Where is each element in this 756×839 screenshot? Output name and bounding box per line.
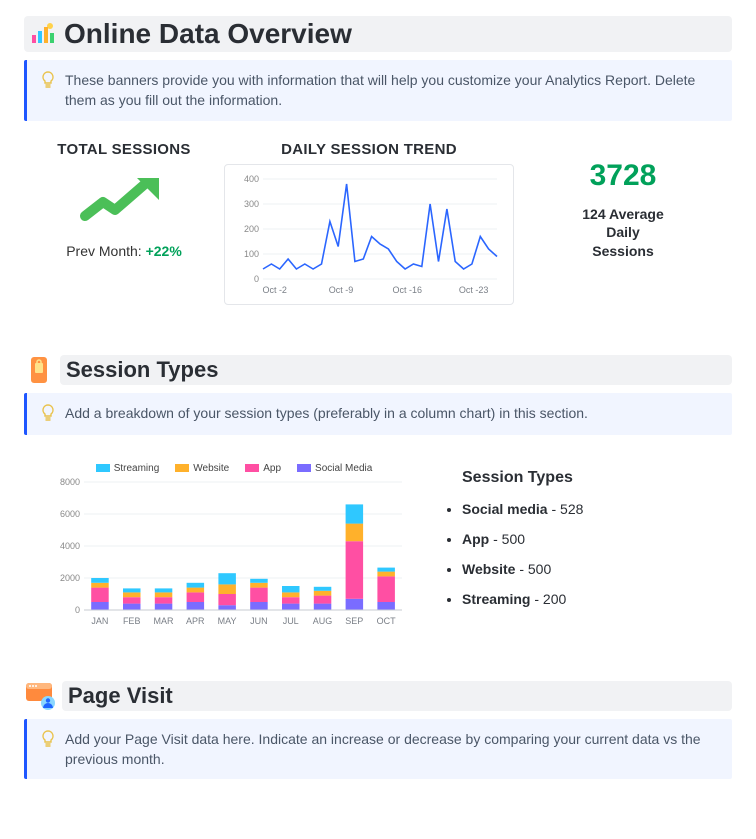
overview-banner-text: These banners provide you with informati…: [65, 70, 718, 111]
session-types-title: Session Types: [66, 357, 218, 383]
session-types-info-banner: Add a breakdown of your session types (p…: [24, 393, 732, 435]
svg-text:APR: APR: [186, 616, 205, 626]
svg-text:SEP: SEP: [345, 616, 363, 626]
svg-text:MAY: MAY: [218, 616, 237, 626]
phone-lock-icon: [24, 355, 54, 385]
prev-month-label: Prev Month:: [66, 243, 145, 259]
session-types-header: Session Types: [24, 355, 732, 385]
lightbulb-icon: [41, 404, 55, 425]
page-visit-header: Page Visit: [24, 681, 732, 711]
avg-line-2: Daily: [514, 223, 732, 242]
session-number-col: 3728 124 Average Daily Sessions: [514, 141, 732, 262]
page-visit-info-banner: Add your Page Visit data here. Indicate …: [24, 719, 732, 780]
svg-text:2000: 2000: [60, 573, 80, 583]
overview-title-bar: Online Data Overview: [24, 16, 732, 52]
svg-text:FEB: FEB: [123, 616, 141, 626]
prev-month: Prev Month: +22%: [24, 243, 224, 259]
daily-trend-label: DAILY SESSION TREND: [224, 141, 514, 158]
session-types-legend: Streaming Website App Social Media: [48, 463, 420, 474]
svg-text:8000: 8000: [60, 478, 80, 487]
legend-item: App: [245, 463, 281, 474]
page-visit-title: Page Visit: [68, 683, 173, 709]
svg-text:Oct -16: Oct -16: [393, 285, 423, 295]
session-types-list-title: Session Types: [462, 469, 732, 487]
session-types-chart-block: Streaming Website App Social Media 0 2000 400…: [44, 455, 424, 631]
svg-text:Oct -23: Oct -23: [459, 285, 489, 295]
prev-month-delta: +22%: [146, 243, 182, 259]
overview-metrics-row: TOTAL SESSIONS Prev Month: +22% DAILY SE…: [24, 141, 732, 305]
svg-text:JAN: JAN: [91, 616, 108, 626]
daily-trend-line-chart: 0 100 200 300 400 Oct -2 Oct -9 Oct -16 Oct -23: [235, 173, 503, 297]
total-sessions-col: TOTAL SESSIONS Prev Month: +22%: [24, 141, 224, 259]
session-types-list: Social media - 528 App - 500 Website - 500…: [462, 501, 732, 607]
session-types-row: Streaming Website App Social Media 0 2000 400…: [24, 455, 732, 631]
svg-text:JUL: JUL: [283, 616, 299, 626]
daily-trend-card: 0 100 200 300 400 Oct -2 Oct -9 Oct -16 Oct -23: [224, 164, 514, 305]
trend-up-icon: [24, 172, 224, 231]
svg-text:0: 0: [75, 605, 80, 615]
list-item: Social media - 528: [462, 501, 732, 517]
legend-item: Streaming: [96, 463, 160, 474]
svg-text:4000: 4000: [60, 541, 80, 551]
session-types-list-col: Session Types Social media - 528 App - 50…: [424, 455, 732, 621]
svg-text:400: 400: [244, 174, 259, 184]
svg-text:JUN: JUN: [250, 616, 268, 626]
overview-title: Online Data Overview: [64, 18, 352, 50]
avg-line-1: 124 Average: [514, 205, 732, 224]
svg-text:Oct -9: Oct -9: [329, 285, 354, 295]
list-item: Website - 500: [462, 561, 732, 577]
session-types-bar-chart: 0 2000 4000 6000 8000 JAN FEB MAR APR MAY JUN JUL AU…: [48, 478, 408, 628]
svg-text:6000: 6000: [60, 509, 80, 519]
list-item: App - 500: [462, 531, 732, 547]
legend-item: Website: [175, 463, 229, 474]
lightbulb-icon: [41, 730, 55, 751]
avg-line-3: Sessions: [514, 242, 732, 261]
daily-trend-col: DAILY SESSION TREND 0 100 200 300 400 Oct -2 O…: [224, 141, 514, 305]
list-item: Streaming - 200: [462, 591, 732, 607]
avg-sessions: 124 Average Daily Sessions: [514, 205, 732, 262]
svg-text:OCT: OCT: [377, 616, 397, 626]
svg-text:MAR: MAR: [154, 616, 175, 626]
legend-item: Social Media: [297, 463, 372, 474]
svg-text:200: 200: [244, 224, 259, 234]
svg-text:100: 100: [244, 249, 259, 259]
browser-user-icon: [24, 681, 58, 711]
svg-text:300: 300: [244, 199, 259, 209]
chart-bars-icon: [30, 21, 56, 47]
svg-text:0: 0: [254, 274, 259, 284]
overview-info-banner: These banners provide you with informati…: [24, 60, 732, 121]
svg-text:AUG: AUG: [313, 616, 333, 626]
page-visit-banner-text: Add your Page Visit data here. Indicate …: [65, 729, 718, 770]
lightbulb-icon: [41, 71, 55, 92]
svg-text:Oct -2: Oct -2: [262, 285, 287, 295]
total-sessions-number: 3728: [514, 159, 732, 193]
total-sessions-label: TOTAL SESSIONS: [24, 141, 224, 158]
session-types-banner-text: Add a breakdown of your session types (p…: [65, 403, 588, 423]
